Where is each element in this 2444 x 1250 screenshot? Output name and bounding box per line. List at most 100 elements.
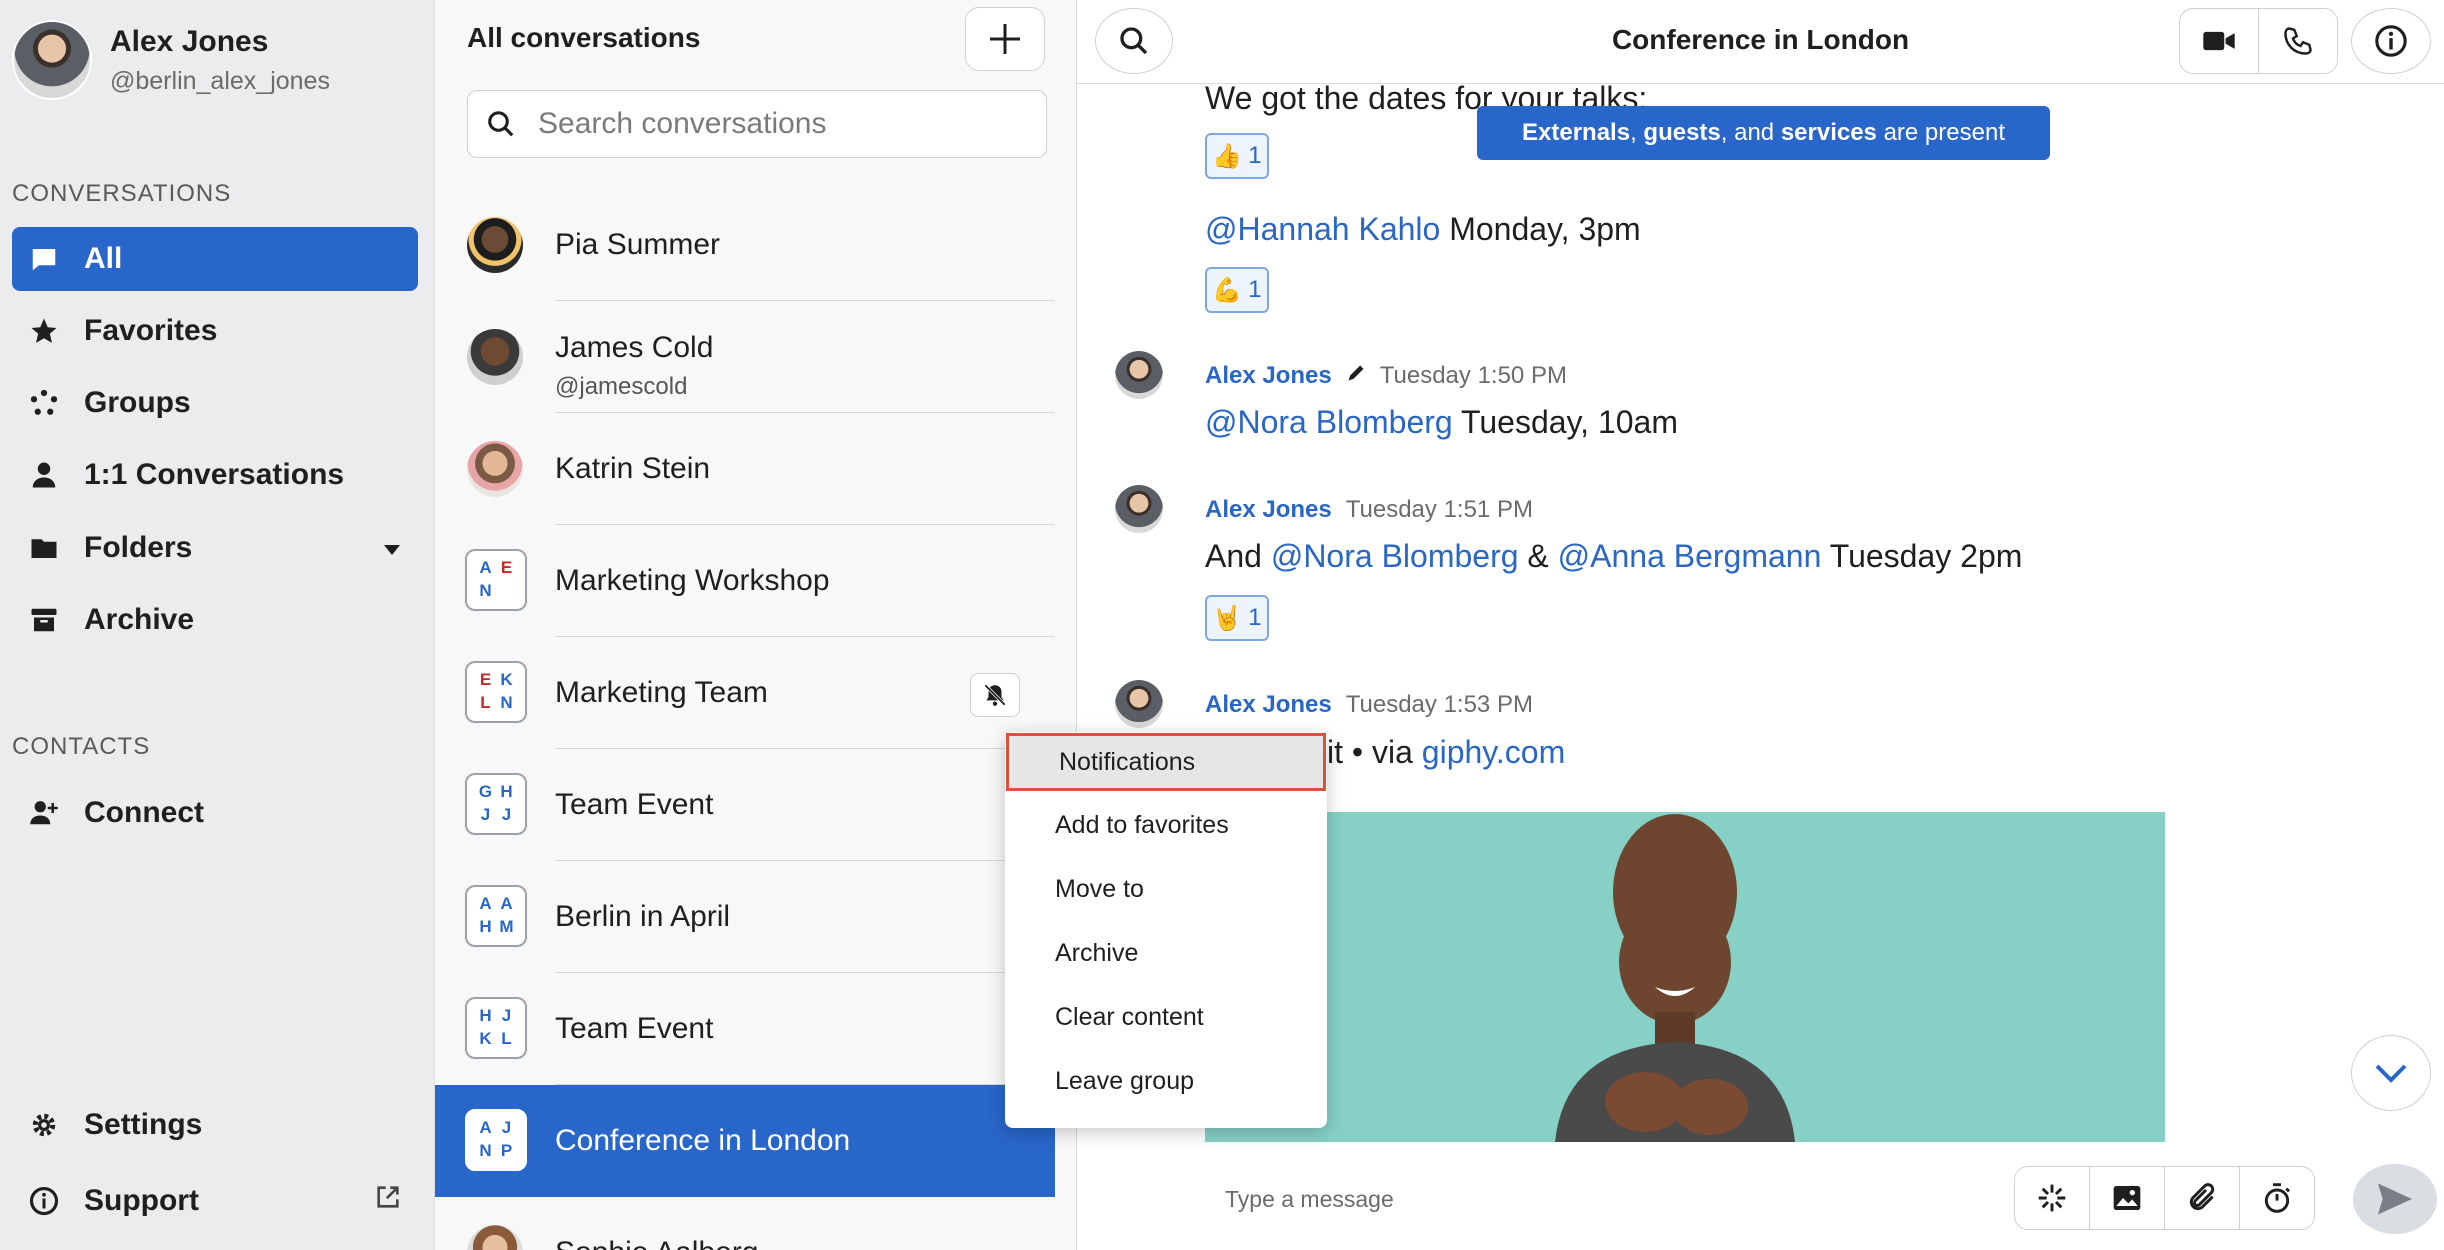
avatar[interactable] bbox=[1115, 485, 1163, 533]
groups-icon bbox=[26, 385, 62, 421]
avatar[interactable] bbox=[1115, 351, 1163, 399]
conversation-item[interactable]: Pia Summer bbox=[435, 189, 1055, 301]
sidebar-item-archive[interactable]: Archive bbox=[12, 588, 418, 652]
conversation-item[interactable]: HJ KL Team Event bbox=[435, 973, 1055, 1085]
person-icon bbox=[26, 457, 62, 493]
timer-icon bbox=[2264, 1183, 2291, 1213]
chevron-down-icon[interactable] bbox=[382, 531, 402, 565]
conversation-item[interactable]: EK LN Marketing Team bbox=[435, 637, 1055, 749]
new-conversation-button[interactable] bbox=[965, 7, 1045, 71]
sidebar-item-support[interactable]: Support bbox=[12, 1169, 418, 1233]
message-composer: Type a message bbox=[1077, 1142, 2444, 1250]
message-author[interactable]: Alex Jones bbox=[1205, 496, 1332, 524]
menu-item-notifications[interactable]: Notifications bbox=[1006, 733, 1326, 791]
conversation-handle: @jamescold bbox=[555, 373, 688, 400]
message-text: @Nora Blomberg Tuesday, 10am bbox=[1205, 404, 1678, 440]
sidebar-item-label: Connect bbox=[84, 796, 204, 829]
menu-item-archive[interactable]: Archive bbox=[1005, 924, 1327, 982]
sidebar-item-label: Groups bbox=[84, 386, 191, 419]
group-avatar: HJ KL bbox=[465, 997, 527, 1059]
timed-message-button[interactable] bbox=[2239, 1166, 2315, 1230]
mute-toggle-button[interactable] bbox=[970, 673, 1020, 717]
add-person-icon bbox=[26, 795, 62, 831]
info-icon bbox=[2375, 25, 2407, 57]
conversations-section-label: CONVERSATIONS bbox=[12, 180, 232, 207]
sidebar-item-settings[interactable]: Settings bbox=[12, 1093, 418, 1157]
conversation-item[interactable]: Katrin Stein bbox=[435, 413, 1055, 525]
mention-link[interactable]: @Hannah Kahlo bbox=[1205, 211, 1440, 247]
menu-item-move-to[interactable]: Move to bbox=[1005, 860, 1327, 918]
gear-icon bbox=[26, 1107, 62, 1143]
scroll-to-bottom-button[interactable] bbox=[2351, 1035, 2431, 1111]
star-icon bbox=[26, 313, 62, 349]
menu-item-leave-group[interactable]: Leave group bbox=[1005, 1052, 1327, 1110]
context-menu: Notifications Add to favorites Move to A… bbox=[1005, 732, 1327, 1128]
message-text: And @Nora Blomberg & @Anna Bergmann Tues… bbox=[1205, 538, 2023, 574]
conversation-item[interactable]: James Cold @jamescold bbox=[435, 301, 1055, 413]
sidebar-item-favorites[interactable]: Favorites bbox=[12, 299, 418, 363]
reaction-flexed-biceps[interactable]: 💪 1 bbox=[1205, 267, 1269, 313]
giphy-link[interactable]: giphy.com bbox=[1422, 734, 1565, 770]
conversation-item[interactable]: GH JJ Team Event bbox=[435, 749, 1055, 861]
sidebar-item-label: 1:1 Conversations bbox=[84, 458, 345, 491]
avatar bbox=[467, 1225, 523, 1250]
chevron-down-icon bbox=[2375, 1064, 2407, 1083]
sidebar-item-label: Settings bbox=[84, 1108, 203, 1141]
message-time: Tuesday 1:53 PM bbox=[1345, 691, 1533, 718]
message-text: @Hannah Kahlo Monday, 3pm bbox=[1205, 211, 1641, 247]
sidebar-item-label: All bbox=[84, 242, 123, 275]
sidebar-item-connect[interactable]: Connect bbox=[12, 781, 418, 845]
search-conversations-input[interactable]: Search conversations bbox=[467, 90, 1047, 158]
audio-call-button[interactable] bbox=[2258, 8, 2338, 74]
reaction-rock-on[interactable]: 🤘 1 bbox=[1205, 595, 1269, 641]
reaction-thumbs-up[interactable]: 👍 1 bbox=[1205, 133, 1269, 179]
message-time: Tuesday 1:51 PM bbox=[1345, 496, 1533, 523]
mention-link[interactable]: @Anna Bergmann bbox=[1558, 538, 1822, 574]
mention-link[interactable]: @Nora Blomberg bbox=[1205, 404, 1453, 440]
sidebar-item-folders[interactable]: Folders bbox=[12, 516, 418, 580]
message-author[interactable]: Alex Jones bbox=[1205, 362, 1332, 390]
sidebar-item-all[interactable]: All bbox=[12, 227, 418, 291]
sidebar: Alex Jones @berlin_alex_jones CONVERSATI… bbox=[0, 0, 435, 1250]
flexed-biceps-icon: 💪 bbox=[1212, 276, 1243, 304]
message-input[interactable]: Type a message bbox=[1225, 1186, 1394, 1213]
conversation-info-button[interactable] bbox=[2351, 8, 2431, 74]
mention-link[interactable]: @Nora Blomberg bbox=[1271, 538, 1519, 574]
conversation-item[interactable]: AE N Marketing Workshop bbox=[435, 525, 1055, 637]
sidebar-item-one-to-one[interactable]: 1:1 Conversations bbox=[12, 443, 418, 507]
video-camera-icon bbox=[2203, 31, 2235, 51]
message-author[interactable]: Alex Jones bbox=[1205, 691, 1332, 719]
message-text: it • via giphy.com bbox=[1327, 734, 1566, 770]
profile[interactable]: Alex Jones @berlin_alex_jones bbox=[12, 20, 330, 100]
sidebar-item-groups[interactable]: Groups bbox=[12, 371, 418, 435]
chat-header: Conference in London bbox=[1077, 0, 2444, 84]
paperclip-icon bbox=[2189, 1183, 2215, 1211]
sidebar-item-label: Support bbox=[84, 1184, 199, 1217]
image-upload-button[interactable] bbox=[2089, 1166, 2165, 1230]
send-button[interactable] bbox=[2353, 1164, 2437, 1234]
externals-present-banner: Externals, guests, and services are pres… bbox=[1477, 106, 2050, 160]
avatar bbox=[467, 441, 523, 497]
attach-file-button[interactable] bbox=[2164, 1166, 2240, 1230]
avatar[interactable] bbox=[1115, 680, 1163, 728]
ping-button[interactable] bbox=[2014, 1166, 2090, 1230]
avatar bbox=[467, 217, 523, 273]
video-call-button[interactable] bbox=[2179, 8, 2259, 74]
conversation-item[interactable]: Sophie Aalberg bbox=[435, 1197, 1055, 1250]
contacts-section-label: CONTACTS bbox=[12, 733, 151, 760]
external-link-icon bbox=[374, 1183, 402, 1219]
conversation-name: Conference in London bbox=[555, 1124, 851, 1157]
info-icon bbox=[26, 1183, 62, 1219]
conversation-list-panel: All conversations Search conversations P… bbox=[435, 0, 1077, 1250]
send-icon bbox=[2378, 1183, 2412, 1215]
menu-item-add-to-favorites[interactable]: Add to favorites bbox=[1005, 796, 1327, 854]
conversation-item-selected[interactable]: AJ NP Conference in London bbox=[435, 1085, 1055, 1197]
group-avatar: GH JJ bbox=[465, 773, 527, 835]
gif-image[interactable] bbox=[1205, 812, 2165, 1142]
pencil-icon bbox=[1346, 362, 1366, 390]
conversation-item[interactable]: AA HM Berlin in April bbox=[435, 861, 1055, 973]
menu-item-clear-content[interactable]: Clear content bbox=[1005, 988, 1327, 1046]
message-time: Tuesday 1:50 PM bbox=[1379, 362, 1567, 389]
sidebar-item-label: Folders bbox=[84, 531, 193, 564]
conversation-name: James Cold bbox=[555, 331, 714, 364]
